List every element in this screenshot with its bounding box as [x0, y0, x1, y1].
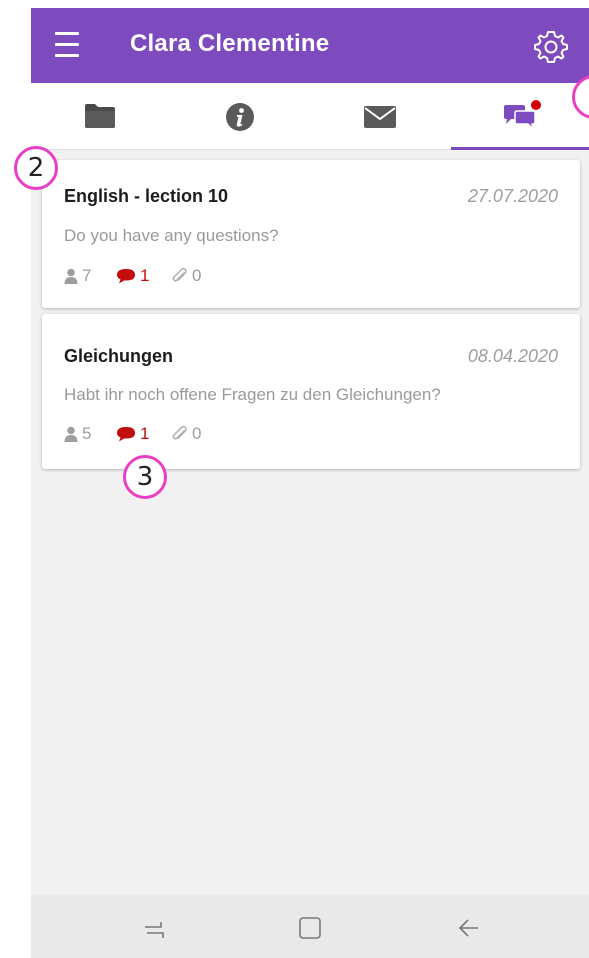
recents-icon[interactable] [141, 916, 167, 940]
app-title: Clara Clementine [130, 30, 330, 57]
comments-count: 1 [116, 424, 149, 444]
thread-last-message: Habt ihr noch offene Fragen zu den Gleic… [64, 385, 441, 404]
thread-title: English - lection 10 [64, 186, 229, 206]
active-tab-indicator [451, 147, 589, 150]
comment-icon [117, 269, 135, 284]
info-icon [226, 103, 254, 131]
envelope-icon [364, 106, 396, 128]
app-bar: Clara Clementine [31, 8, 589, 83]
comment-icon [117, 427, 135, 442]
tab-bar [31, 83, 589, 150]
app-screen: Clara Clementine English - lection 10 27… [31, 8, 589, 958]
tab-discussions[interactable] [451, 83, 589, 150]
participants-count: 7 [64, 266, 91, 286]
annotation-marker-2: 2 [14, 146, 58, 190]
thread-card[interactable]: English - lection 10 27.07.2020 Do you h… [42, 160, 580, 308]
notification-dot [531, 100, 541, 110]
folder-icon [85, 104, 115, 128]
user-icon [64, 268, 78, 284]
home-icon[interactable] [297, 916, 323, 940]
system-navigation-bar [31, 895, 589, 958]
paperclip-icon [172, 267, 187, 282]
thread-card[interactable]: Gleichungen 08.04.2020 Habt ihr noch off… [42, 314, 580, 469]
paperclip-icon [172, 425, 187, 440]
thread-last-message: Do you have any questions? [64, 226, 279, 245]
thread-title: Gleichungen [64, 346, 174, 366]
annotation-marker-3: 3 [123, 455, 167, 499]
user-icon [64, 426, 78, 442]
back-icon[interactable] [455, 916, 481, 940]
thread-date: 27.07.2020 [467, 186, 558, 206]
comments-count: 1 [116, 266, 149, 286]
attachments-count: 0 [170, 266, 201, 286]
hamburger-icon[interactable] [55, 32, 79, 58]
tab-messages[interactable] [311, 83, 451, 149]
thread-date: 08.04.2020 [467, 346, 558, 366]
chat-icon [504, 100, 541, 132]
tab-files[interactable] [31, 83, 171, 149]
participants-count: 5 [64, 424, 91, 444]
attachments-count: 0 [170, 424, 201, 444]
gear-icon[interactable] [532, 28, 570, 66]
tab-info[interactable] [171, 83, 311, 149]
